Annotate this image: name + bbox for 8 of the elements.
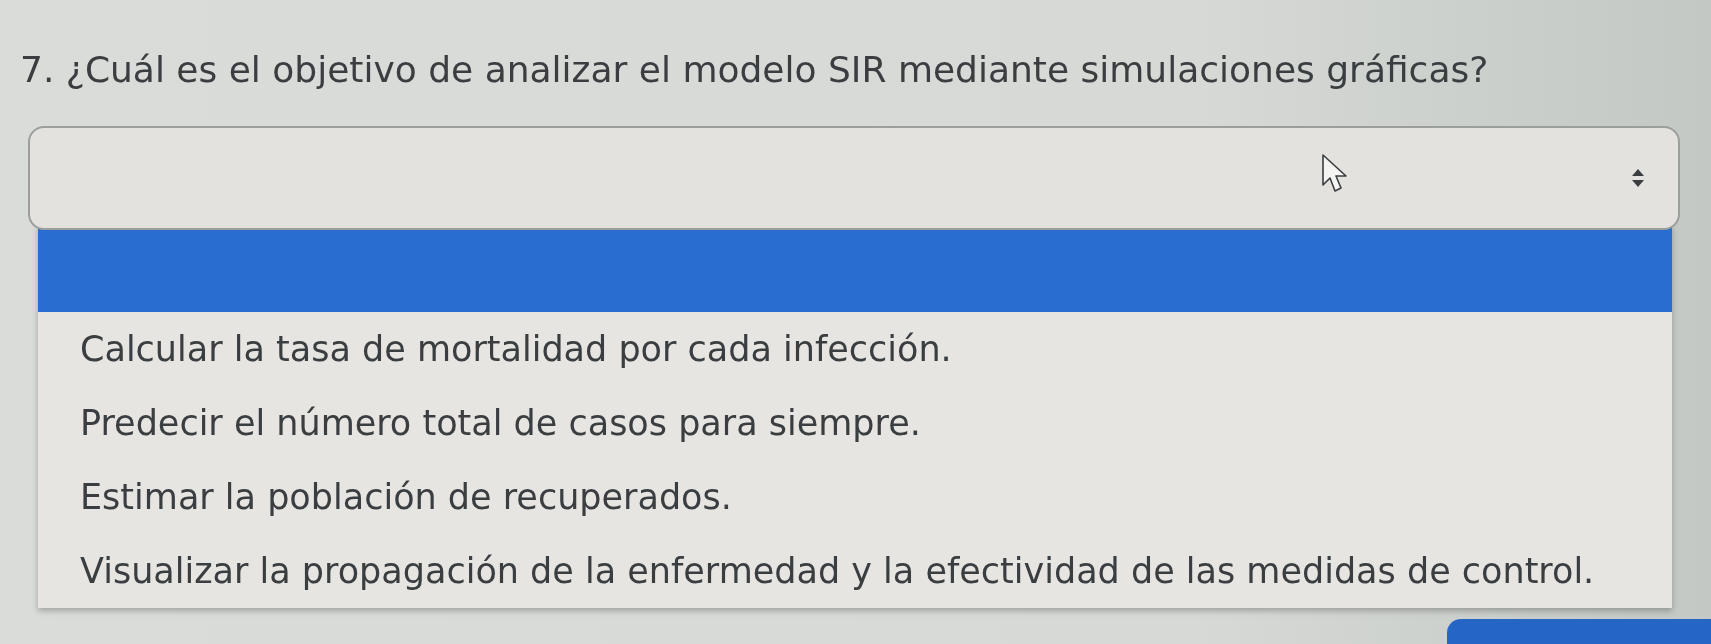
select-field[interactable] [28,126,1680,230]
dropdown-option[interactable]: Calcular la tasa de mortalidad por cada infección. [38,312,1672,386]
up-down-arrows-icon [1632,169,1644,187]
mouse-pointer-icon [1322,154,1348,194]
dropdown-option[interactable]: Predecir el número total de casos para siempre. [38,386,1672,460]
dropdown-option[interactable]: Estimar la población de recuperados. [38,460,1672,534]
question-text: 7. ¿Cuál es el objetivo de analizar el modelo SIR mediante simulaciones gráficas? [20,48,1489,92]
dropdown-option[interactable]: Visualizar la propagación de la enfermedad y la efectividad de las medidas de control. [38,534,1672,608]
